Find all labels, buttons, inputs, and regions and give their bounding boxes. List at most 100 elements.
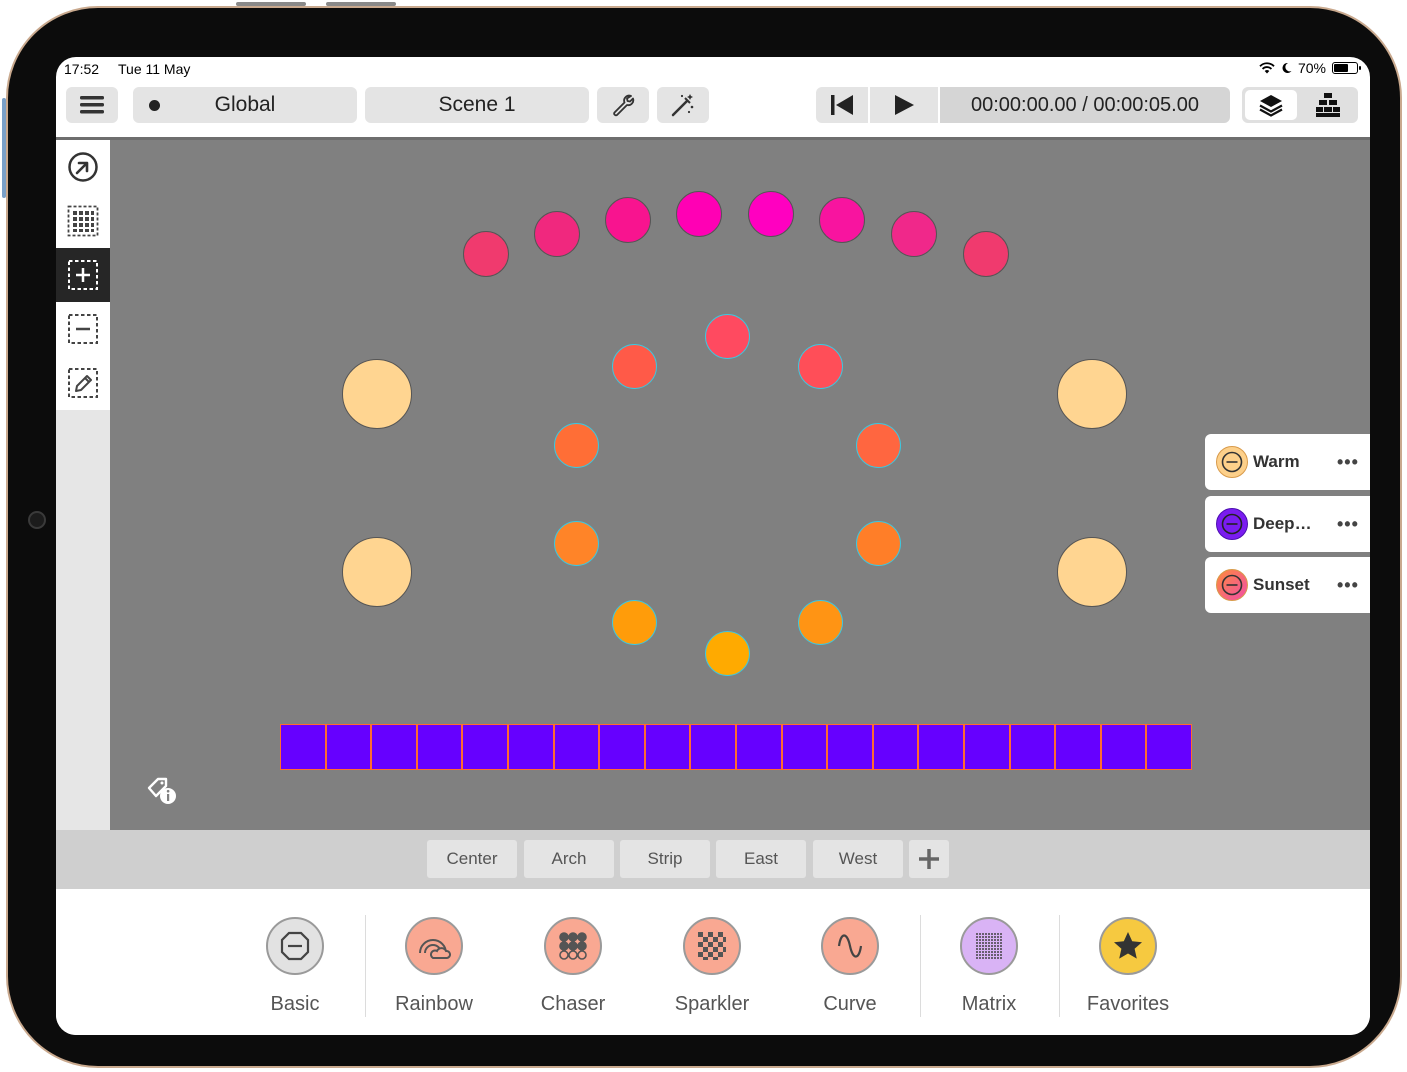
palette-sunset[interactable]: Sunset ••• — [1205, 557, 1370, 613]
more-options-icon[interactable]: ••• — [1337, 514, 1359, 535]
effect-curve[interactable]: Curve — [790, 917, 910, 1016]
remove-select-tool-button[interactable] — [56, 302, 110, 356]
strip-pixel[interactable] — [1100, 724, 1147, 770]
basic-effect-icon — [266, 917, 324, 975]
palette-deep[interactable]: Deep… ••• — [1205, 496, 1370, 552]
edit-select-tool-button[interactable] — [56, 356, 110, 410]
chaser-effect-icon — [544, 917, 602, 975]
fixture-info-icon[interactable] — [146, 776, 180, 806]
ring-fixture[interactable] — [704, 313, 750, 359]
arch-fixture[interactable] — [676, 191, 722, 237]
ring-fixture[interactable] — [704, 630, 750, 676]
stage-canvas[interactable] — [110, 140, 1370, 830]
effect-matrix[interactable]: Matrix — [929, 917, 1049, 1016]
arch-fixture[interactable] — [819, 197, 865, 243]
group-tab-center[interactable]: Center — [427, 840, 517, 878]
strip-pixel[interactable] — [280, 724, 326, 770]
strip-pixel[interactable] — [690, 724, 736, 770]
magic-wand-icon — [671, 94, 694, 117]
layers-view-button[interactable] — [1245, 90, 1297, 120]
palette-warm[interactable]: Warm ••• — [1205, 434, 1370, 490]
group-tab-west[interactable]: West — [813, 840, 903, 878]
grid-select-tool-button[interactable] — [56, 194, 110, 248]
remove-select-icon — [68, 314, 98, 344]
magic-wand-button[interactable] — [657, 87, 709, 123]
status-bar: 17:52 Tue 11 May 70% — [56, 57, 1370, 81]
moon-icon — [1282, 62, 1292, 73]
strip-pixel[interactable] — [462, 724, 508, 770]
side-fixture[interactable] — [1057, 359, 1127, 429]
scene-selector-button[interactable]: Scene 1 — [365, 87, 589, 123]
ring-fixture[interactable] — [553, 520, 599, 566]
strip-pixel[interactable] — [872, 724, 919, 770]
strip-pixel[interactable] — [781, 724, 828, 770]
effect-basic[interactable]: Basic — [235, 917, 355, 1016]
add-group-button[interactable] — [909, 840, 949, 878]
more-options-icon[interactable]: ••• — [1337, 575, 1359, 596]
ring-fixture[interactable] — [553, 422, 599, 468]
side-fixture[interactable] — [342, 359, 412, 429]
effect-favorites[interactable]: Favorites — [1068, 917, 1188, 1016]
matrix-effect-icon — [960, 917, 1018, 975]
hamburger-icon — [80, 96, 104, 114]
strip-pixel[interactable] — [1055, 724, 1101, 770]
menu-button[interactable] — [66, 87, 118, 123]
side-fixture[interactable] — [342, 537, 412, 607]
arch-fixture[interactable] — [891, 211, 937, 257]
palette-swatch-icon — [1216, 569, 1248, 601]
play-icon — [895, 95, 914, 115]
settings-wrench-button[interactable] — [597, 87, 649, 123]
group-tab-strip[interactable]: Strip — [620, 840, 710, 878]
fixture-grid-view-button[interactable] — [1302, 90, 1354, 120]
strip-pixel[interactable] — [644, 724, 691, 770]
rewind-button[interactable] — [816, 87, 868, 123]
star-icon — [1099, 917, 1157, 975]
battery-percent: 70% — [1297, 60, 1326, 76]
ring-fixture[interactable] — [797, 599, 843, 645]
arch-fixture[interactable] — [463, 231, 509, 277]
effects-bar: Basic Rainbow Chaser Sparkler Curve Matr… — [56, 889, 1370, 1035]
side-fixture[interactable] — [1057, 537, 1127, 607]
more-options-icon[interactable]: ••• — [1337, 452, 1359, 473]
strip-pixel[interactable] — [599, 724, 645, 770]
strip-pixel[interactable] — [508, 724, 554, 770]
effect-chaser[interactable]: Chaser — [513, 917, 633, 1016]
effect-sparkler[interactable]: Sparkler — [652, 917, 772, 1016]
strip-pixel[interactable] — [918, 724, 964, 770]
strip-pixel[interactable] — [964, 724, 1010, 770]
add-select-tool-button[interactable] — [56, 248, 110, 302]
ring-fixture[interactable] — [855, 520, 901, 566]
strip-pixel[interactable] — [827, 724, 873, 770]
strip-pixel[interactable] — [553, 724, 600, 770]
arch-fixture[interactable] — [605, 197, 651, 243]
arch-fixture[interactable] — [963, 231, 1009, 277]
strip-pixel[interactable] — [371, 724, 417, 770]
strip-pixel[interactable] — [1146, 724, 1192, 770]
strip-pixel[interactable] — [416, 724, 463, 770]
direction-icon — [68, 152, 98, 182]
effect-rainbow[interactable]: Rainbow — [374, 917, 494, 1016]
arch-fixture[interactable] — [748, 191, 794, 237]
add-select-icon — [68, 260, 98, 290]
effects-divider — [920, 915, 921, 1017]
effects-divider — [1059, 915, 1060, 1017]
effect-label: Matrix — [961, 993, 1017, 1015]
ring-fixture[interactable] — [797, 343, 843, 389]
ring-fixture[interactable] — [611, 343, 657, 389]
volume-button — [236, 2, 306, 6]
ring-fixture[interactable] — [855, 422, 901, 468]
group-tab-arch[interactable]: Arch — [524, 840, 614, 878]
top-toolbar: Global Scene 1 00:00:00.00 / 00:00:05.00 — [56, 83, 1370, 135]
strip-pixel[interactable] — [736, 724, 782, 770]
view-switch — [1242, 87, 1358, 123]
pan-tool-button[interactable] — [56, 140, 110, 194]
play-button[interactable] — [870, 87, 938, 123]
arch-fixture[interactable] — [534, 211, 580, 257]
power-button — [2, 98, 6, 198]
group-tab-east[interactable]: East — [716, 840, 806, 878]
strip-pixel[interactable] — [1009, 724, 1056, 770]
scope-selector-button[interactable]: Global — [133, 87, 357, 123]
ring-fixture[interactable] — [611, 599, 657, 645]
rainbow-effect-icon — [405, 917, 463, 975]
strip-pixel[interactable] — [325, 724, 372, 770]
